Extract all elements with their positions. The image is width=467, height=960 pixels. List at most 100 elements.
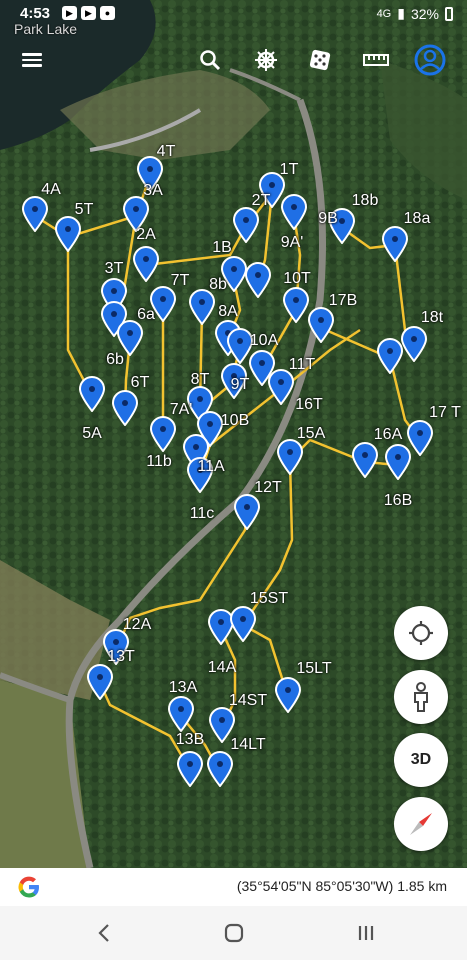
map-pin[interactable] <box>111 390 139 426</box>
map-pin[interactable] <box>167 696 195 732</box>
map-pin[interactable] <box>54 216 82 252</box>
hole-label: 10A <box>249 332 279 349</box>
hole-label: 15LT <box>296 660 332 677</box>
dice-icon[interactable] <box>300 40 340 80</box>
hole-label: 8A <box>218 303 238 320</box>
hole-label: 1B <box>212 239 232 256</box>
hole-label: 16A <box>373 426 403 443</box>
notification-icon: ▶ <box>81 6 96 20</box>
map-pin[interactable] <box>132 246 160 282</box>
clock: 4:53 <box>20 5 51 22</box>
map-pin[interactable] <box>232 207 260 243</box>
hole-label: 17 T <box>429 404 461 421</box>
hole-label: 7A' <box>169 401 193 418</box>
hole-label: 18t <box>420 309 444 326</box>
map-pin[interactable] <box>351 442 379 478</box>
hole-label: 18a <box>403 210 431 227</box>
map-pin[interactable] <box>274 677 302 713</box>
hole-label: 2A <box>136 226 156 243</box>
map-pin[interactable] <box>229 606 257 642</box>
hole-label: 7T <box>170 272 190 289</box>
hole-label: 11T <box>288 356 316 373</box>
battery-level: 32% <box>410 5 439 22</box>
hole-label: 6T <box>130 374 150 391</box>
system-indicators: 4G ▮ 32% <box>377 5 453 22</box>
map-pin[interactable] <box>188 289 216 325</box>
hole-label: 16T <box>295 396 323 413</box>
map-pin[interactable] <box>86 664 114 700</box>
notification-icon: ▶ <box>62 6 77 20</box>
battery-icon <box>445 6 453 21</box>
map-pin[interactable] <box>400 326 428 362</box>
map-pin[interactable] <box>176 751 204 787</box>
hole-label: 8b <box>209 276 227 293</box>
map-pin[interactable] <box>376 338 404 374</box>
map-pin[interactable] <box>149 416 177 452</box>
hole-label: 3A <box>143 182 163 199</box>
back-icon[interactable] <box>86 916 122 950</box>
hole-label: 17B <box>328 292 358 309</box>
hole-label: 5T <box>74 201 94 218</box>
hole-label: 9B <box>318 210 338 227</box>
hole-label: 14A <box>207 659 237 676</box>
map-pin[interactable] <box>282 287 310 323</box>
hole-label: 10B <box>220 412 250 429</box>
hole-label: 12T <box>254 479 282 496</box>
recents-icon[interactable] <box>348 916 384 950</box>
hole-label: 13A <box>168 679 198 696</box>
coordinates-readout: (35°54'05"N 85°05'30"W) 1.85 km <box>236 878 447 894</box>
search-icon[interactable] <box>190 40 230 80</box>
map-pin[interactable] <box>233 494 261 530</box>
hole-label: 4T <box>156 143 176 160</box>
notification-icons: ▶ ▶ ● <box>62 6 115 20</box>
hole-label: 14LT <box>230 736 266 753</box>
compass-button[interactable] <box>394 797 448 851</box>
map-pin[interactable] <box>280 194 308 230</box>
hole-label: 11A <box>197 458 225 475</box>
my-location-button[interactable] <box>394 606 448 660</box>
account-icon[interactable] <box>410 40 450 80</box>
map-pin[interactable] <box>244 262 272 298</box>
map-pin[interactable] <box>21 196 49 232</box>
map-pin[interactable] <box>267 369 295 405</box>
hole-label: 11b <box>146 453 172 470</box>
hole-label: 6b <box>106 351 124 368</box>
satellite-map[interactable]: 4T 4A 3A 5T 2A 1T 2T 18b 9B 18a 1B 9A' 3T 7T 8b 10T 17B 6… <box>0 0 467 868</box>
map-pin[interactable] <box>384 444 412 480</box>
hole-label: 13T <box>107 648 135 665</box>
menu-icon[interactable] <box>12 40 52 80</box>
hole-label: 16B <box>383 492 413 509</box>
hole-label: 11c <box>189 505 215 522</box>
hole-label: 6a <box>137 306 155 323</box>
map-pin[interactable] <box>78 376 106 412</box>
hole-label: 8T <box>190 371 210 388</box>
map-pin[interactable] <box>381 226 409 262</box>
map-pin[interactable] <box>307 307 335 343</box>
signal-icon: 4G <box>376 7 392 20</box>
hole-label: 3T <box>104 260 124 277</box>
hole-label: 1T <box>279 161 299 178</box>
hole-label: 12A <box>122 616 152 633</box>
hole-label: 5A <box>82 425 102 442</box>
hole-label: 4A <box>41 181 61 198</box>
my-location-icon <box>409 621 433 645</box>
map-pin[interactable] <box>276 439 304 475</box>
ruler-icon[interactable] <box>356 40 396 80</box>
three-d-button[interactable]: 3D <box>394 733 448 787</box>
hole-label: 10T <box>283 270 311 287</box>
pegman-icon <box>414 682 428 712</box>
wifi-bars-icon: ▮ <box>397 5 405 21</box>
map-place-label: Park Lake <box>14 21 78 37</box>
attribution-bar: (35°54'05"N 85°05'30"W) 1.85 km <box>0 868 467 906</box>
hole-label: 9A' <box>280 234 304 251</box>
home-icon[interactable] <box>216 916 252 950</box>
street-view-button[interactable] <box>394 670 448 724</box>
earth-toolbar <box>0 40 467 80</box>
hole-label: 9T <box>230 376 250 393</box>
hole-label: 18b <box>351 192 379 209</box>
android-nav-bar <box>0 906 467 960</box>
map-pin[interactable] <box>206 751 234 787</box>
hole-label: 2T <box>251 192 271 209</box>
hole-label: 15A <box>296 425 326 442</box>
ship-wheel-icon[interactable] <box>246 40 286 80</box>
